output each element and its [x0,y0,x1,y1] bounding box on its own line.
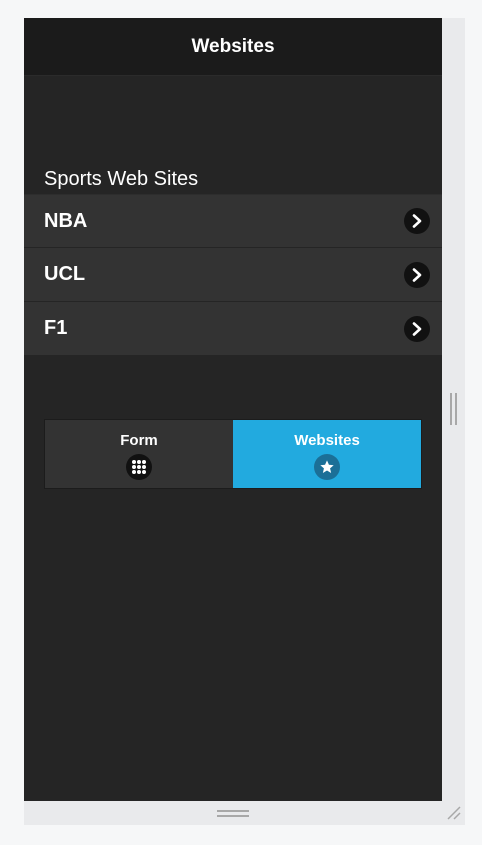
app-screen: Websites Sports Web Sites NBA UCL F1 For… [24,18,442,801]
tab-label: Form [120,432,158,449]
page-content: Sports Web Sites NBA UCL F1 Form Website… [24,76,442,801]
tab-form[interactable]: Form [45,420,233,488]
chevron-right-icon [404,315,430,342]
list-item-label: UCL [44,263,86,285]
list-item-f1[interactable]: F1 [24,302,442,356]
tab-label: Websites [294,432,360,449]
device-frame: Websites Sports Web Sites NBA UCL F1 For… [24,18,465,825]
websites-list: NBA UCL F1 [24,194,442,356]
resize-corner-icon[interactable] [446,805,462,821]
list-item-label: F1 [44,317,68,339]
page-header: Websites [24,18,442,76]
bottom-navbar: Form Websites [44,419,422,489]
page-title: Websites [191,35,275,57]
chevron-right-icon [404,208,430,234]
resize-handle-bottom[interactable] [217,810,249,818]
list-item-label: NBA [44,209,88,232]
list-item-nba[interactable]: NBA [24,194,442,248]
grid-icon [126,454,152,480]
chevron-right-icon [404,261,430,288]
list-section-title: Sports Web Sites [44,168,199,190]
list-item-ucl[interactable]: UCL [24,248,442,302]
resize-handle-right[interactable] [450,393,458,425]
tab-websites[interactable]: Websites [233,420,421,488]
star-icon [314,454,340,480]
